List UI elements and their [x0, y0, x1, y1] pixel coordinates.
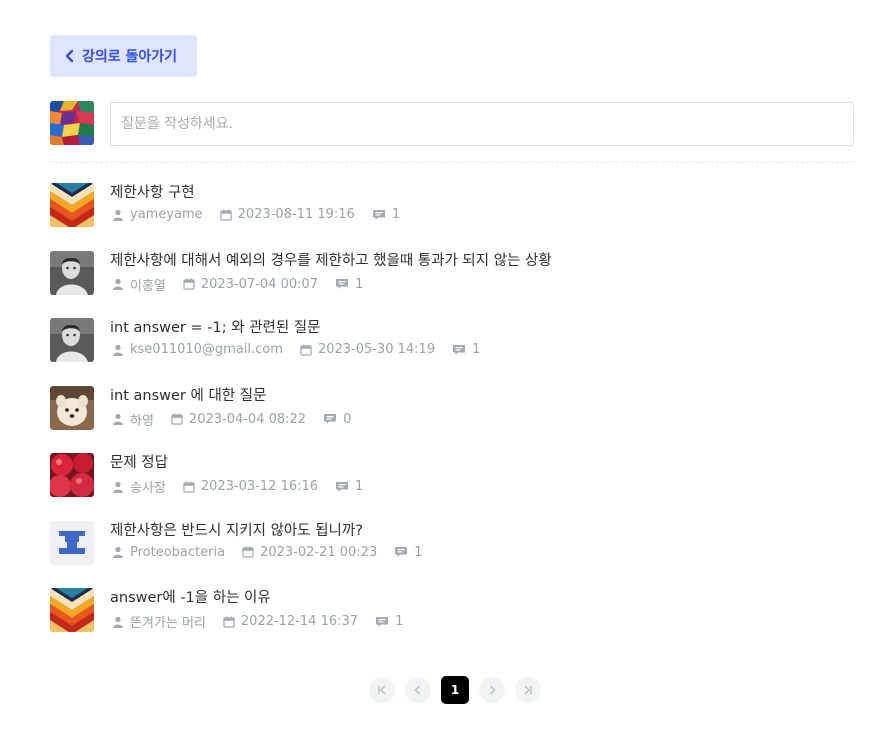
question-item[interactable]: 제한사항에 대해서 예외의 경우를 제한하고 했을때 통과가 되지 않는 상황 …	[50, 248, 854, 316]
back-button-label: 강의로 돌아가기	[82, 49, 178, 65]
question-datetime: 2023-07-04 00:07	[200, 276, 319, 292]
question-meta: 하영 2023-04-04 08:22 0	[112, 410, 368, 429]
question-meta: yameyame 2023-08-11 19:16 1	[112, 207, 417, 222]
comment-count: 1	[472, 342, 481, 357]
calendar-icon	[183, 278, 195, 290]
question-title[interactable]: 제한사항에 대해서 예외의 경우를 제한하고 했을때 통과가 되지 않는 상황	[110, 249, 552, 270]
avatar	[50, 453, 94, 497]
divider	[50, 162, 854, 163]
avatar	[50, 183, 94, 227]
question-author: Proteobacteria	[130, 544, 226, 560]
first-page-button[interactable]	[369, 677, 395, 703]
question-author: kse011010@gmail.com	[130, 342, 283, 357]
back-to-lecture-button[interactable]: 강의로 돌아가기	[50, 35, 197, 77]
question-input[interactable]	[110, 102, 854, 146]
comment-icon	[452, 344, 466, 356]
comment-count: 1	[355, 276, 364, 292]
question-item[interactable]: answer에 -1을 하는 이유 뜬겨가는 머리 2022-12-14 16:…	[50, 585, 854, 653]
calendar-icon	[183, 481, 195, 493]
page-button-current[interactable]: 1	[441, 676, 469, 704]
user-icon	[112, 278, 124, 290]
chevron-right-icon	[487, 685, 497, 695]
comment-icon	[323, 413, 337, 425]
comment-icon	[394, 546, 408, 558]
user-icon	[112, 481, 124, 493]
question-meta: 뜬겨가는 머리 2022-12-14 16:37 1	[112, 612, 420, 631]
chevron-left-icon	[65, 49, 74, 63]
question-meta: 송사장 2023-03-12 16:16 1	[112, 477, 380, 496]
question-title[interactable]: 제한사항 구현	[110, 181, 195, 202]
user-icon	[112, 546, 124, 558]
user-icon	[112, 209, 124, 221]
question-item[interactable]: 제한사항 구현 yameyame 2023-08-11 19:16 1	[50, 180, 854, 248]
question-meta: 이홍열 2023-07-04 00:07 1	[112, 275, 380, 294]
question-author: 하영	[130, 413, 154, 429]
comment-icon	[372, 209, 386, 221]
question-author: yameyame	[130, 207, 203, 222]
question-datetime: 2023-02-21 00:23	[260, 544, 378, 560]
question-author: 뜬겨가는 머리	[130, 616, 206, 631]
prev-page-button[interactable]	[405, 677, 431, 703]
comment-count: 1	[414, 544, 423, 560]
question-title[interactable]: 제한사항은 반드시 지키지 않아도 됩니까?	[110, 519, 363, 540]
calendar-icon	[220, 209, 232, 221]
question-author: 송사장	[130, 481, 166, 496]
question-item[interactable]: 문제 정답 송사장 2023-03-12 16:16 1	[50, 450, 854, 518]
user-icon	[112, 616, 124, 628]
question-item[interactable]: int answer 에 대한 질문 하영 2023-04-04 08:22 0	[50, 383, 854, 451]
comment-count: 1	[395, 614, 404, 629]
next-page-button[interactable]	[479, 677, 505, 703]
question-datetime: 2023-03-12 16:16	[200, 479, 319, 494]
question-title[interactable]: int answer = -1; 와 관련된 질문	[110, 316, 320, 337]
question-item[interactable]: 제한사항은 반드시 지키지 않아도 됩니까? Proteobacteria 20…	[50, 518, 854, 586]
chevron-left-icon	[413, 685, 423, 695]
question-datetime: 2023-08-11 19:16	[237, 207, 355, 222]
calendar-icon	[171, 413, 183, 425]
question-item[interactable]: int answer = -1; 와 관련된 질문 kse011010@gmai…	[50, 315, 854, 383]
question-meta: Proteobacteria 2023-02-21 00:23 1	[112, 545, 440, 560]
avatar	[50, 520, 94, 565]
user-icon	[112, 344, 124, 356]
calendar-icon	[300, 344, 312, 356]
question-datetime: 2022-12-14 16:37	[240, 614, 359, 629]
calendar-icon	[223, 616, 235, 628]
comment-count: 0	[343, 411, 352, 427]
first-page-icon	[377, 685, 387, 695]
last-page-icon	[523, 685, 533, 695]
question-meta: kse011010@gmail.com 2023-05-30 14:19 1	[112, 342, 497, 357]
question-datetime: 2023-04-04 08:22	[188, 411, 307, 427]
question-datetime: 2023-05-30 14:19	[317, 342, 436, 357]
calendar-icon	[242, 546, 254, 558]
comment-icon	[375, 616, 389, 628]
pagination: 1	[369, 676, 541, 704]
user-icon	[112, 413, 124, 425]
current-user-avatar	[50, 101, 94, 145]
avatar	[50, 385, 94, 430]
question-author: 이홍열	[130, 278, 166, 294]
avatar	[50, 318, 94, 362]
comment-count: 1	[391, 207, 401, 222]
question-title[interactable]: int answer 에 대한 질문	[110, 384, 266, 405]
comment-icon	[335, 481, 349, 493]
question-list: 제한사항 구현 yameyame 2023-08-11 19:16 1 제한사항…	[50, 180, 854, 653]
avatar	[50, 588, 94, 632]
comment-icon	[335, 278, 349, 290]
avatar	[50, 250, 94, 295]
comment-count: 1	[355, 479, 364, 494]
last-page-button[interactable]	[515, 677, 541, 703]
question-title[interactable]: answer에 -1을 하는 이유	[110, 586, 271, 607]
question-title[interactable]: 문제 정답	[110, 451, 168, 472]
